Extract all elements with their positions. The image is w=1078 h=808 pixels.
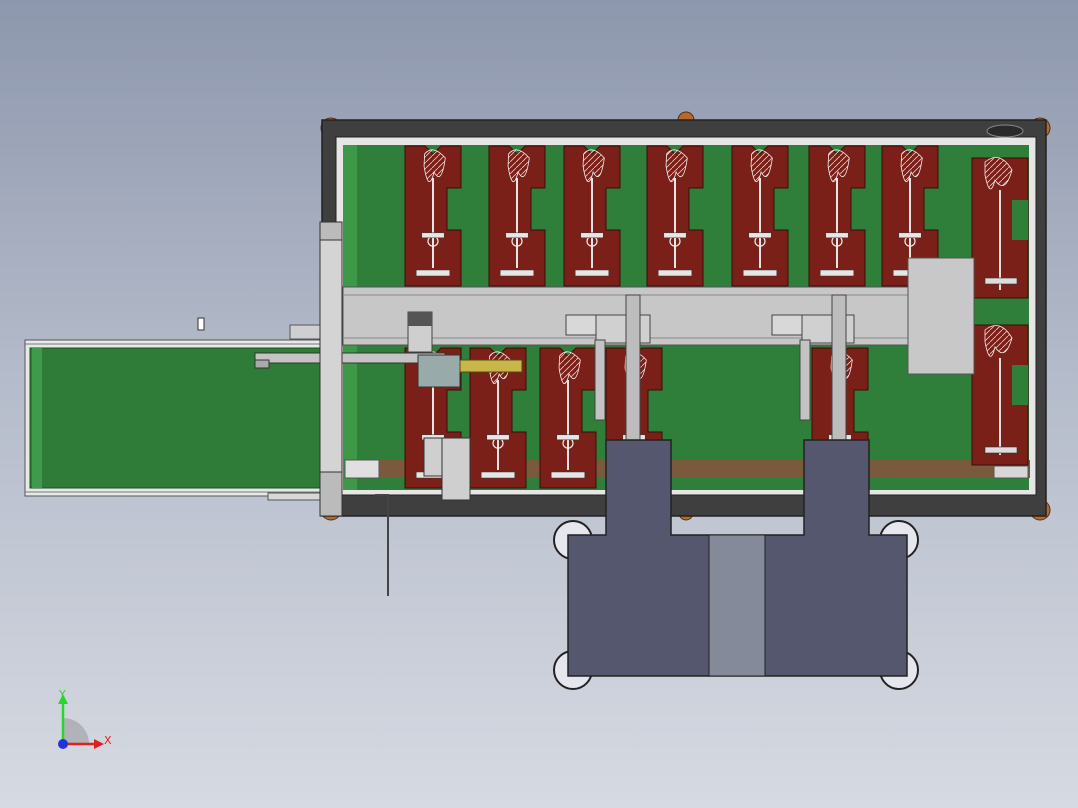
y-axis-label: Y [58,688,66,701]
x-axis-label: X [104,734,112,747]
infeed-conveyor [24,317,326,501]
cad-viewport[interactable]: Y X [0,0,1078,808]
axis-triad: Y X [58,688,112,749]
z-axis-dot [58,739,68,749]
